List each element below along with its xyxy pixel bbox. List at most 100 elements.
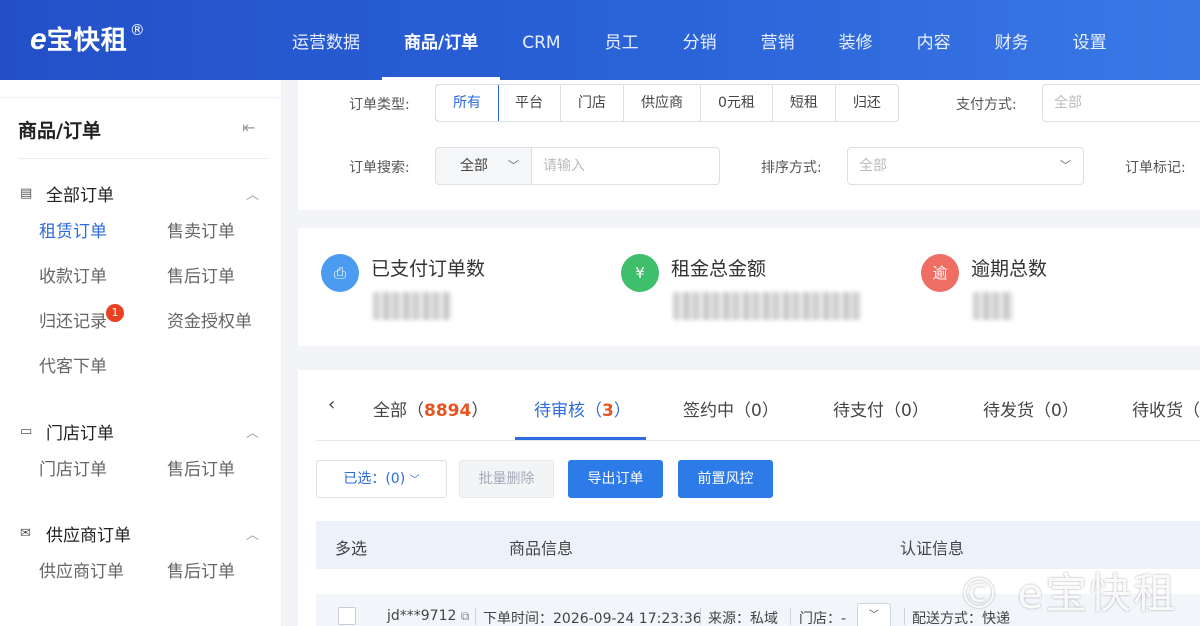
tab-count: 0 bbox=[901, 401, 912, 421]
store-select[interactable]: ﹀ bbox=[857, 603, 891, 626]
blurred-value bbox=[673, 292, 861, 320]
sidebar-group-head-supplier-orders[interactable]: ✉ 供应商订单 ︿ bbox=[0, 518, 282, 548]
risk-control-button[interactable]: 前置风控 bbox=[678, 460, 773, 498]
tab-pending-review[interactable]: 待审核（3） bbox=[534, 396, 631, 421]
tab-label: 全部 bbox=[373, 401, 407, 421]
sidebar-item-proxy-order[interactable]: 代客下单 bbox=[39, 355, 167, 380]
tab-label: 待收货 bbox=[1132, 401, 1183, 421]
nav-item-distribution[interactable]: 分销 bbox=[661, 0, 739, 80]
tab-count: 0 bbox=[1051, 401, 1062, 421]
order-type-all[interactable]: 所有 bbox=[435, 85, 499, 121]
selected-count-dropdown[interactable]: 已选：(0) ﹀ bbox=[316, 460, 447, 498]
chevron-down-icon: ﹀ bbox=[1060, 159, 1071, 172]
sidebar-group-head-store-orders[interactable]: ▭ 门店订单 ︿ bbox=[0, 416, 282, 446]
document-list-icon: ▤ bbox=[20, 185, 33, 201]
blurred-value bbox=[973, 292, 1013, 320]
window-icon: ▭ bbox=[20, 423, 33, 439]
nav-item-operations[interactable]: 运营数据 bbox=[270, 0, 382, 80]
tab-pending-receipt[interactable]: 待收货（ bbox=[1132, 396, 1200, 421]
tab-all[interactable]: 全部（8894） bbox=[373, 396, 488, 421]
sidebar-group-label: 全部订单 bbox=[46, 185, 114, 206]
chevron-up-icon[interactable]: ︿ bbox=[246, 524, 259, 543]
sidebar-divider bbox=[18, 158, 269, 159]
sidebar-item-fund-authorization[interactable]: 资金授权单 bbox=[167, 310, 295, 335]
bag-icon: ⎙ bbox=[321, 254, 359, 292]
nav-item-settings[interactable]: 设置 bbox=[1051, 0, 1129, 80]
tab-pending-payment[interactable]: 待支付（0） bbox=[833, 396, 929, 421]
search-scope-select[interactable]: 全部 ﹀ bbox=[435, 147, 532, 185]
sidebar-item-return-records[interactable]: 归还记录 1 bbox=[39, 304, 167, 335]
watermark: © e宝快租 bbox=[958, 569, 1178, 618]
chevron-down-icon: ﹀ bbox=[869, 610, 879, 621]
order-type-segmented: 所有 平台 门店 供应商 0元租 短租 归还 bbox=[435, 84, 899, 122]
sidebar-item-supplier-orders[interactable]: 供应商订单 bbox=[39, 560, 167, 585]
order-type-supplier[interactable]: 供应商 bbox=[624, 85, 701, 121]
nav-item-staff[interactable]: 员工 bbox=[583, 0, 661, 80]
blurred-value bbox=[373, 292, 451, 320]
stat-label: 逾期总数 bbox=[971, 258, 1048, 280]
collapse-left-icon[interactable]: ⇤ bbox=[242, 118, 255, 137]
order-type-short-rent[interactable]: 短租 bbox=[773, 85, 836, 121]
sidebar-group-store-orders: ▭ 门店订单 ︿ 门店订单 售后订单 bbox=[0, 416, 282, 483]
order-mark-label: 订单标记: bbox=[1125, 160, 1186, 176]
chevron-up-icon[interactable]: ︿ bbox=[246, 422, 259, 441]
nav-item-crm[interactable]: CRM bbox=[500, 0, 582, 80]
brand-logo[interactable]: e 宝快租 ® bbox=[30, 22, 145, 58]
tab-signing[interactable]: 签约中（0） bbox=[683, 396, 779, 421]
column-header-auth-info: 认证信息 bbox=[900, 539, 965, 558]
sidebar-item-store-orders[interactable]: 门店订单 bbox=[39, 458, 167, 483]
nav-item-content[interactable]: 内容 bbox=[895, 0, 973, 80]
sidebar-group-all-orders: ▤ 全部订单 ︿ 租赁订单 售卖订单 收款订单 售后订单 归还记录 1 资金授权… bbox=[0, 178, 282, 380]
sort-method-label: 排序方式: bbox=[761, 160, 822, 176]
sidebar-item-supplier-after-sale[interactable]: 售后订单 bbox=[167, 560, 295, 585]
chevron-left-icon[interactable]: ‹ bbox=[328, 394, 335, 415]
tab-pending-shipment[interactable]: 待发货（0） bbox=[983, 396, 1079, 421]
sidebar-item-payment-orders[interactable]: 收款订单 bbox=[39, 265, 167, 290]
logo-text: 宝快租 bbox=[46, 26, 128, 56]
yen-icon: ¥ bbox=[621, 254, 659, 292]
order-search-label: 订单搜索: bbox=[349, 160, 410, 176]
row-user-id: jd***9712 bbox=[387, 608, 457, 624]
sidebar-item-sale-orders[interactable]: 售卖订单 bbox=[167, 220, 295, 245]
row-divider bbox=[475, 608, 476, 625]
sidebar-top-divider bbox=[0, 80, 281, 98]
row-order-time: 下单时间：2026-09-24 17:23:36 bbox=[483, 611, 702, 626]
sidebar-group-supplier-orders: ✉ 供应商订单 ︿ 供应商订单 售后订单 bbox=[0, 518, 282, 585]
sidebar-group-head-all-orders[interactable]: ▤ 全部订单 ︿ bbox=[0, 178, 282, 208]
order-type-label: 订单类型: bbox=[349, 97, 410, 113]
chevron-up-icon[interactable]: ︿ bbox=[246, 184, 259, 203]
sidebar-item-store-after-sale[interactable]: 售后订单 bbox=[167, 458, 295, 483]
envelope-icon: ✉ bbox=[20, 525, 31, 541]
sidebar-links: 供应商订单 售后订单 bbox=[0, 560, 282, 585]
payment-method-label: 支付方式: bbox=[956, 97, 1017, 113]
sidebar-item-label: 归还记录 bbox=[39, 312, 107, 332]
row-checkbox[interactable] bbox=[338, 607, 356, 625]
sidebar-item-rental-orders[interactable]: 租赁订单 bbox=[39, 220, 167, 245]
search-scope-value: 全部 bbox=[460, 158, 488, 174]
order-type-return[interactable]: 归还 bbox=[836, 85, 898, 121]
order-type-zero-rent[interactable]: 0元租 bbox=[701, 85, 773, 121]
sidebar-links: 租赁订单 售卖订单 收款订单 售后订单 归还记录 1 资金授权单 代客下单 bbox=[0, 220, 282, 380]
logo-e: e bbox=[30, 23, 47, 56]
notification-badge: 1 bbox=[106, 304, 124, 322]
nav-item-products-orders[interactable]: 商品/订单 bbox=[382, 0, 501, 80]
active-tab-indicator bbox=[515, 437, 646, 440]
batch-delete-button[interactable]: 批量删除 bbox=[459, 460, 554, 498]
nav-item-decoration[interactable]: 装修 bbox=[817, 0, 895, 80]
column-header-product-info: 商品信息 bbox=[509, 539, 574, 558]
sidebar-group-label: 门店订单 bbox=[46, 423, 114, 444]
sidebar-item-after-sale-orders[interactable]: 售后订单 bbox=[167, 265, 295, 290]
row-store: 门店：- bbox=[799, 611, 847, 626]
sidebar-title: 商品/订单 bbox=[18, 120, 101, 142]
nav-item-marketing[interactable]: 营销 bbox=[739, 0, 817, 80]
order-search-input[interactable]: 请输入 bbox=[531, 147, 720, 185]
order-type-platform[interactable]: 平台 bbox=[498, 85, 561, 121]
nav-item-finance[interactable]: 财务 bbox=[973, 0, 1051, 80]
sort-method-select[interactable]: 全部 ﹀ bbox=[847, 147, 1084, 185]
payment-method-select[interactable]: 全部 bbox=[1042, 84, 1200, 122]
top-navigation-bar: e 宝快租 ® 运营数据 商品/订单 CRM 员工 分销 营销 装修 内容 财务… bbox=[0, 0, 1200, 80]
order-type-store[interactable]: 门店 bbox=[561, 85, 624, 121]
main-nav: 运营数据 商品/订单 CRM 员工 分销 营销 装修 内容 财务 设置 bbox=[270, 0, 1129, 80]
export-orders-button[interactable]: 导出订单 bbox=[568, 460, 663, 498]
copy-icon[interactable]: ⧉ bbox=[461, 609, 470, 623]
